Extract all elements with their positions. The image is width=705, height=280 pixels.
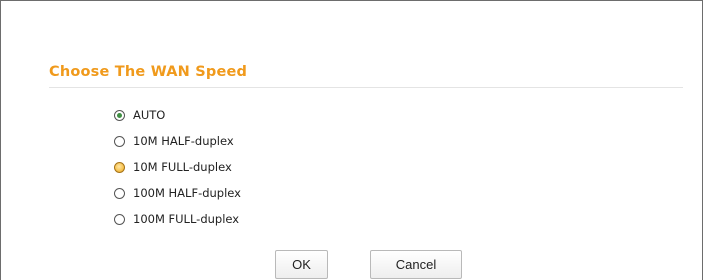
dialog-frame: Choose The WAN Speed AUTO 10M HALF-duple… <box>0 0 703 280</box>
wan-speed-option-label: AUTO <box>133 108 166 122</box>
wan-speed-option-10m-full[interactable]: 10M FULL-duplex <box>114 159 232 175</box>
title-divider <box>49 87 683 88</box>
wan-speed-option-label: 100M FULL-duplex <box>133 212 240 226</box>
wan-speed-option-label: 100M HALF-duplex <box>133 186 241 200</box>
radio-unchecked-icon[interactable] <box>114 213 125 225</box>
wan-speed-option-label: 10M HALF-duplex <box>133 134 234 148</box>
wan-speed-option-100m-half[interactable]: 100M HALF-duplex <box>114 185 241 201</box>
radio-dot <box>117 112 122 118</box>
wan-speed-option-10m-half[interactable]: 10M HALF-duplex <box>114 133 234 149</box>
radio-unchecked-icon[interactable] <box>114 135 125 147</box>
section-title: Choose The WAN Speed <box>49 64 248 80</box>
wan-speed-option-100m-full[interactable]: 100M FULL-duplex <box>114 211 239 227</box>
wan-speed-option-auto[interactable]: AUTO <box>114 107 165 123</box>
wan-speed-option-label: 10M FULL-duplex <box>133 160 232 174</box>
cancel-button[interactable]: Cancel <box>370 250 462 279</box>
radio-checked-icon[interactable] <box>114 109 125 121</box>
ok-button[interactable]: OK <box>275 250 328 279</box>
radio-unchecked-icon[interactable] <box>114 187 125 199</box>
radio-hover-icon[interactable] <box>114 161 125 173</box>
